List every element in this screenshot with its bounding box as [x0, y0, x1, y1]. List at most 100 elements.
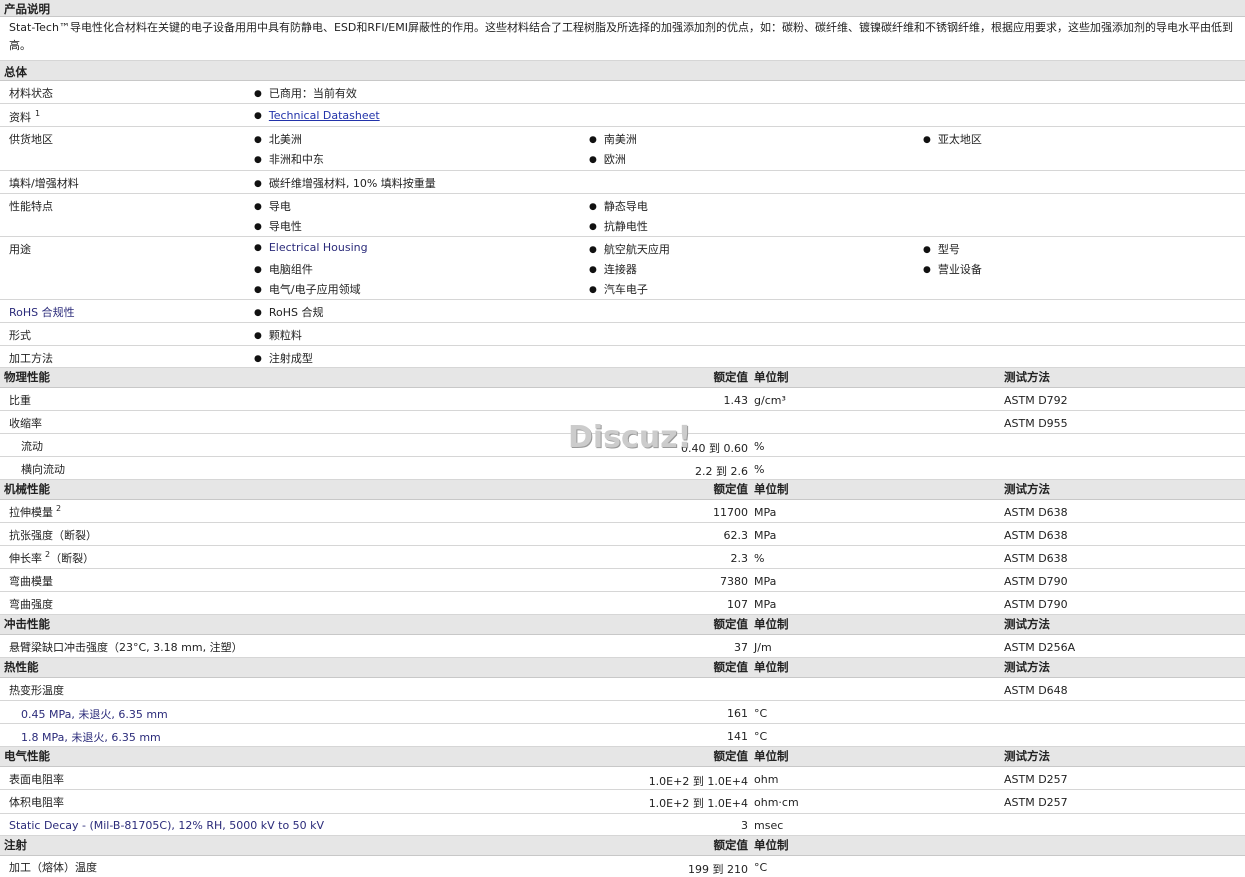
surface-resistivity-unit: ohm — [754, 773, 779, 786]
col-header-unit: 单位制 — [754, 617, 789, 631]
hdt-sub-row: 1.8 MPa, 未退火, 6.35 mm 141 °C — [0, 724, 1245, 747]
uses-label: 用途 — [9, 243, 31, 256]
use-item: 电气/电子应用领域 — [254, 281, 361, 297]
mech-label: 弯曲强度 — [9, 598, 53, 611]
mech-row: 抗张强度（断裂） 62.3 MPa ASTM D638 — [0, 523, 1245, 546]
col-header-unit: 单位制 — [754, 838, 789, 852]
hdt-sub-unit: °C — [754, 730, 768, 743]
sg-unit: g/cm³ — [754, 394, 786, 407]
product-description: Stat-Tech™导电性化合材料在关键的电子设备用用中具有防静电、ESD和RF… — [9, 21, 1233, 52]
mech-unit: % — [754, 552, 765, 565]
mech-value: 7380 — [720, 575, 748, 588]
col-header-test: 测试方法 — [1004, 617, 1050, 631]
feature-item: 导电 — [254, 198, 291, 214]
sg-row: 比重 1.43 g/cm³ ASTM D792 — [0, 388, 1245, 411]
mech-label: 拉伸模量 2 — [9, 504, 61, 520]
cross-flow-value: 2.2 到 2.6 — [695, 465, 748, 478]
section-title: 物理性能 — [4, 370, 50, 384]
rohs-label: RoHS 合规性 — [9, 306, 75, 319]
volume-resistivity-test: ASTM D257 — [1004, 796, 1068, 809]
material-status-row: 材料状态 已商用：当前有效 — [0, 81, 1245, 104]
hdt-sub-value: 161 — [727, 707, 748, 720]
description-row: Stat-Tech™导电性化合材料在关键的电子设备用用中具有防静电、ESD和RF… — [0, 17, 1245, 61]
impact-unit: J/m — [754, 641, 772, 654]
use-item: 型号 — [923, 241, 960, 257]
impact-test: ASTM D256A — [1004, 641, 1076, 654]
use-item: 航空航天应用 — [589, 241, 670, 257]
region-item: 北美洲 — [254, 131, 302, 147]
melt-temp-unit: °C — [754, 861, 768, 874]
mech-row: 拉伸模量 2 11700 MPa ASTM D638 — [0, 500, 1245, 523]
shrink-label: 收缩率 — [9, 417, 42, 430]
volume-resistivity-value: 1.0E+2 到 1.0E+4 — [648, 797, 748, 810]
col-header-unit: 单位制 — [754, 749, 789, 763]
form-value: 颗粒料 — [254, 327, 302, 343]
impact-value: 37 — [734, 641, 748, 654]
col-header-value: 额定值 — [713, 749, 749, 763]
mech-label: 伸长率 2（断裂） — [9, 550, 94, 566]
material-status-value: 已商用：当前有效 — [254, 85, 357, 101]
col-header-test: 测试方法 — [1004, 749, 1050, 763]
mech-test: ASTM D638 — [1004, 529, 1068, 542]
mech-test: ASTM D790 — [1004, 598, 1068, 611]
melt-temp-value: 199 到 210 — [688, 863, 748, 876]
melt-temp-row: 加工（熔体）温度 199 到 210 °C — [0, 856, 1245, 877]
mech-value: 11700 — [713, 506, 748, 519]
shrink-test: ASTM D955 — [1004, 417, 1068, 430]
hdt-sub-label: 1.8 MPa, 未退火, 6.35 mm — [21, 731, 161, 744]
feature-item: 抗静电性 — [589, 218, 648, 234]
mech-unit: MPa — [754, 529, 777, 542]
impact-row: 悬臂梁缺口冲击强度（23°C, 3.18 mm, 注塑） 37 J/m ASTM… — [0, 635, 1245, 658]
info-bullet: Technical Datasheet — [254, 109, 380, 122]
process-row: 加工方法 注射成型 — [0, 346, 1245, 368]
section-title: 热性能 — [4, 660, 39, 674]
region-item: 亚太地区 — [923, 131, 982, 147]
col-header-value: 额定值 — [713, 617, 749, 631]
surface-resistivity-value: 1.0E+2 到 1.0E+4 — [648, 775, 748, 788]
filler-row: 填料/增强材料 碳纤维增强材料, 10% 填料按重量 — [0, 171, 1245, 194]
cross-flow-label: 横向流动 — [21, 463, 65, 476]
use-item: 电脑组件 — [254, 261, 313, 277]
surface-resistivity-test: ASTM D257 — [1004, 773, 1068, 786]
footnote: 2 — [56, 504, 62, 514]
impact-label: 悬臂梁缺口冲击强度（23°C, 3.18 mm, 注塑） — [9, 641, 243, 654]
col-header-value: 额定值 — [713, 370, 749, 384]
col-header-value: 额定值 — [713, 838, 749, 852]
hdt-row: 热变形温度 ASTM D648 — [0, 678, 1245, 701]
sg-value: 1.43 — [723, 394, 749, 407]
section-header-general: 总体 — [0, 61, 1245, 81]
mech-row: 弯曲强度 107 MPa ASTM D790 — [0, 592, 1245, 615]
col-header-unit: 单位制 — [754, 370, 789, 384]
info-label: 资料 1 — [9, 109, 40, 125]
static-decay-unit: msec — [754, 819, 784, 832]
region-label: 供货地区 — [9, 133, 53, 146]
hdt-sub-unit: °C — [754, 707, 768, 720]
process-label: 加工方法 — [9, 352, 53, 365]
process-value: 注射成型 — [254, 350, 313, 366]
static-decay-value: 3 — [741, 819, 748, 832]
region-row: 供货地区 北美洲 南美洲 亚太地区 非洲和中东 欧洲 — [0, 127, 1245, 171]
rohs-row: RoHS 合规性 RoHS 合规 — [0, 300, 1245, 323]
region-item: 非洲和中东 — [254, 151, 324, 167]
use-item: Electrical Housing — [254, 241, 368, 254]
form-row: 形式 颗粒料 — [0, 323, 1245, 346]
mech-label: 抗张强度（断裂） — [9, 529, 97, 542]
feature-item: 导电性 — [254, 218, 302, 234]
sg-label: 比重 — [9, 394, 31, 407]
flow-unit: % — [754, 440, 765, 453]
cross-flow-unit: % — [754, 463, 765, 476]
technical-datasheet-link[interactable]: Technical Datasheet — [269, 109, 380, 122]
feature-item: 静态导电 — [589, 198, 648, 214]
hdt-test: ASTM D648 — [1004, 684, 1068, 697]
mech-label: 弯曲模量 — [9, 575, 53, 588]
info-row: 资料 1 Technical Datasheet — [0, 104, 1245, 127]
section-title: 注射 — [4, 838, 27, 852]
region-item: 南美洲 — [589, 131, 637, 147]
melt-temp-label: 加工（熔体）温度 — [9, 861, 97, 874]
rohs-value: RoHS 合规 — [254, 304, 324, 320]
section-header-mechanical: 机械性能 额定值 单位制 测试方法 — [0, 480, 1245, 500]
col-header-value: 额定值 — [713, 482, 749, 496]
form-label: 形式 — [9, 329, 31, 342]
static-decay-row: Static Decay - (Mil-B-81705C), 12% RH, 5… — [0, 814, 1245, 836]
mech-unit: MPa — [754, 575, 777, 588]
